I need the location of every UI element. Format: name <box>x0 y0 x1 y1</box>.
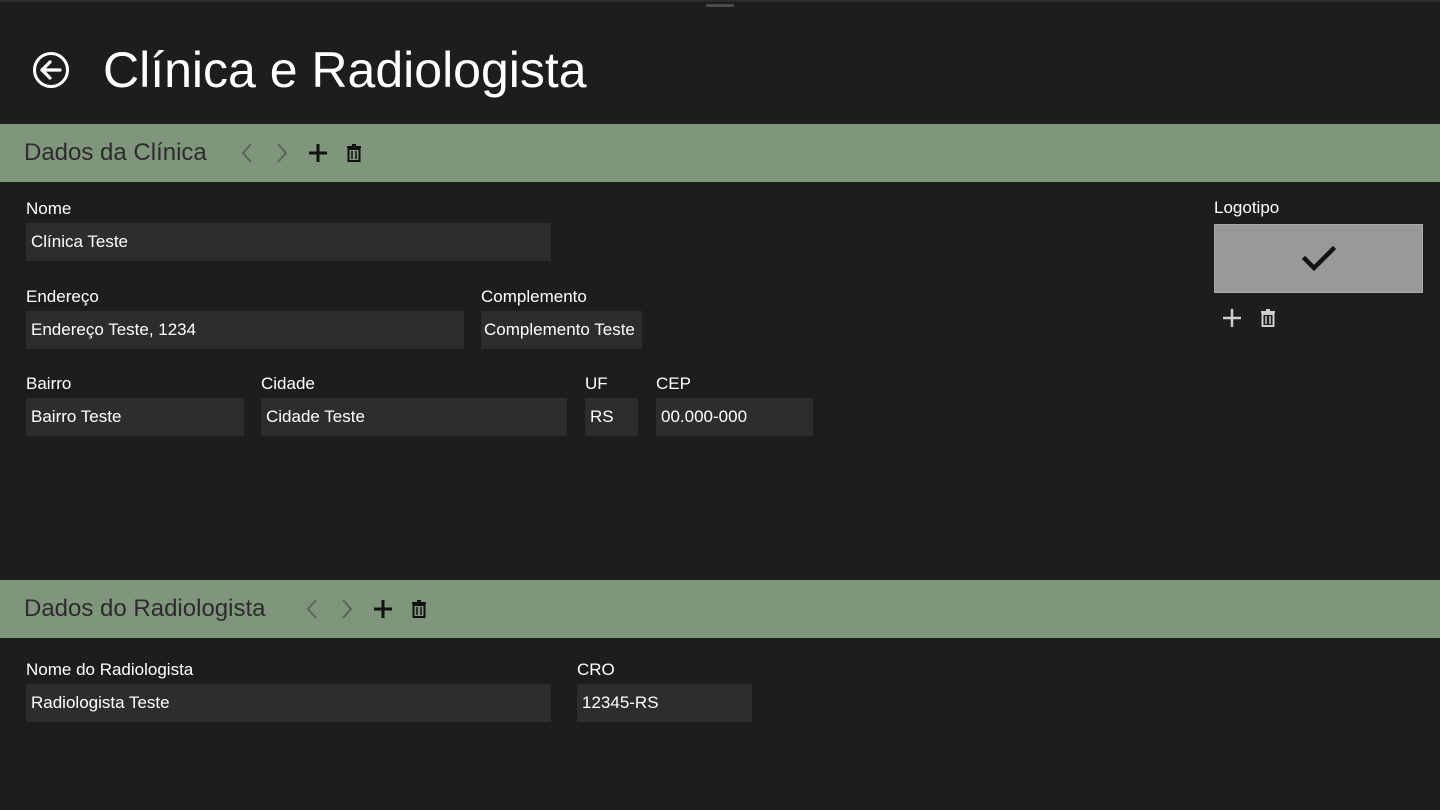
chevron-left-icon <box>306 599 317 619</box>
logo-delete-button[interactable] <box>1255 305 1281 331</box>
nome-radiologista-field[interactable] <box>26 684 551 722</box>
nome-field[interactable] <box>26 223 551 261</box>
clinic-section-title: Dados da Clínica <box>24 139 207 166</box>
radiologist-section-title: Dados do Radiologista <box>24 595 266 622</box>
drag-handle[interactable] <box>706 4 734 7</box>
back-button[interactable] <box>32 51 70 89</box>
trash-icon <box>1261 309 1275 327</box>
clinic-previous-button[interactable] <box>233 139 261 167</box>
cro-field[interactable] <box>577 684 752 722</box>
logo-add-button[interactable] <box>1219 305 1245 331</box>
logo-image-box[interactable] <box>1214 224 1423 293</box>
radiologist-section-bar: Dados do Radiologista <box>0 580 1440 638</box>
uf-label: UF <box>585 374 608 393</box>
trash-icon <box>412 600 426 618</box>
clinic-add-button[interactable] <box>304 139 332 167</box>
back-arrow-circle-icon <box>33 52 69 88</box>
plus-icon <box>309 144 327 162</box>
title-bar-edge <box>0 0 1440 2</box>
cidade-field[interactable] <box>261 398 567 436</box>
cep-label: CEP <box>656 374 691 393</box>
radiologist-add-button[interactable] <box>369 595 397 623</box>
chevron-left-icon <box>241 143 252 163</box>
complemento-field[interactable] <box>481 311 642 349</box>
uf-field[interactable] <box>585 398 638 436</box>
app-window: Clínica e Radiologista Dados da Clínica <box>0 0 1440 810</box>
complemento-label: Complemento <box>481 287 587 306</box>
endereco-field[interactable] <box>26 311 464 349</box>
bairro-label: Bairro <box>26 374 72 393</box>
nome-label: Nome <box>26 199 72 218</box>
checkmark-icon <box>1301 245 1336 271</box>
plus-icon <box>1223 309 1241 327</box>
plus-icon <box>374 600 392 618</box>
page-title: Clínica e Radiologista <box>103 42 587 98</box>
cidade-label: Cidade <box>261 374 315 393</box>
chevron-right-icon <box>277 143 288 163</box>
radiologist-next-button[interactable] <box>333 595 361 623</box>
chevron-right-icon <box>342 599 353 619</box>
endereco-label: Endereço <box>26 287 99 306</box>
bairro-field[interactable] <box>26 398 244 436</box>
clinic-next-button[interactable] <box>268 139 296 167</box>
trash-icon <box>347 144 361 162</box>
logotipo-label: Logotipo <box>1214 198 1280 217</box>
cro-label: CRO <box>577 660 615 679</box>
nome-radiologista-label: Nome do Radiologista <box>26 660 194 679</box>
cep-field[interactable] <box>656 398 813 436</box>
radiologist-delete-button[interactable] <box>405 595 433 623</box>
clinic-section-bar: Dados da Clínica <box>0 124 1440 182</box>
radiologist-previous-button[interactable] <box>298 595 326 623</box>
clinic-delete-button[interactable] <box>340 139 368 167</box>
